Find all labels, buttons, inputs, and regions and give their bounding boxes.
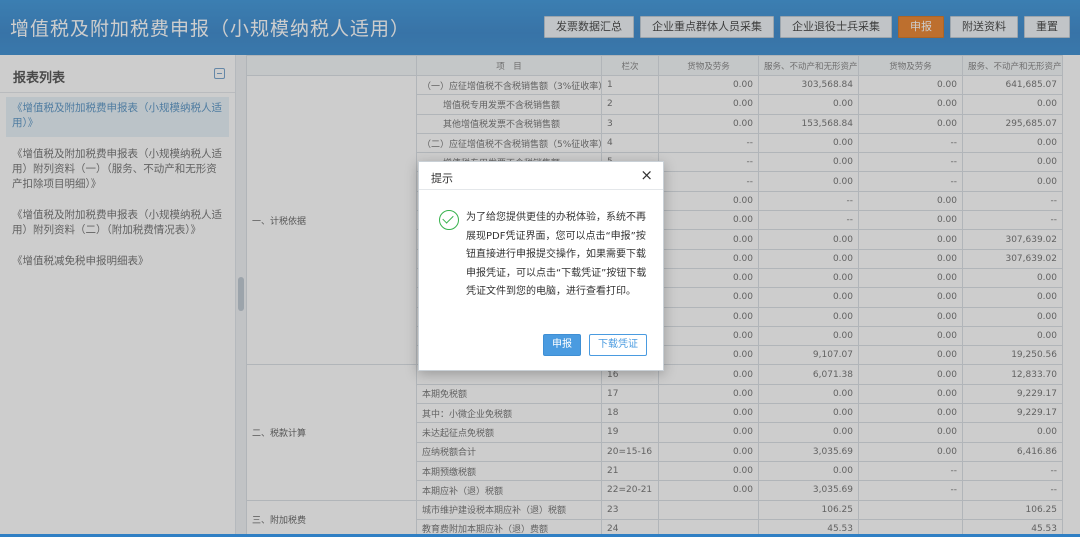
dialog-header: 提示 × <box>419 162 663 190</box>
tip-dialog: 提示 × 为了给您提供更佳的办税体验，系统不再展现PDF凭证界面，您可以点击“申… <box>418 161 664 371</box>
dialog-title: 提示 <box>431 172 453 185</box>
dialog-message: 为了给您提供更佳的办税体验，系统不再展现PDF凭证界面，您可以点击“申报”按钮直… <box>466 212 647 297</box>
close-icon[interactable]: × <box>640 167 653 183</box>
dialog-actions: 申报 下载凭证 <box>543 334 647 356</box>
download-voucher-button[interactable]: 下载凭证 <box>589 334 647 356</box>
success-check-icon <box>439 210 459 230</box>
dialog-declare-button[interactable]: 申报 <box>543 334 581 356</box>
